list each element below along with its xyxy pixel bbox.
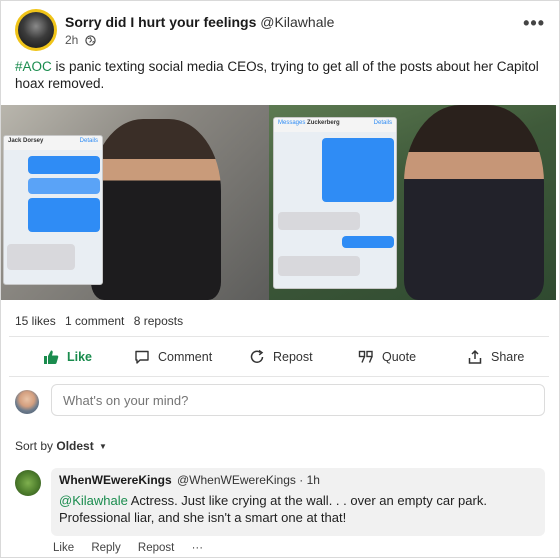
comment-composer [15,384,545,418]
comment-bubble: WhenWEwereKings @WhenWEwereKings · 1h @K… [51,468,545,536]
phone-header-right: Messages Zuckerberg Details [274,118,396,132]
sort-value: Oldest [56,439,94,453]
comment-icon [134,349,150,365]
comment-like-button[interactable]: Like [53,542,74,554]
post-time: 2h [65,33,79,47]
share-icon [467,349,483,365]
comment-time: · 1h [299,473,320,487]
message-bubble [7,244,75,270]
share-label: Share [491,350,525,364]
globe-icon [85,35,96,49]
message-bubble [278,256,360,276]
mention-link[interactable]: @Kilawhale [59,493,128,508]
comment-repost-button[interactable]: Repost [138,542,174,554]
reposts-count[interactable]: 8 reposts [134,314,183,328]
author-handle[interactable]: @Kilawhale [260,14,334,30]
avatar-image [18,12,54,48]
post-timestamp: 2h [65,33,96,49]
author-name-line[interactable]: Sorry did I hurt your feelings @Kilawhal… [65,14,334,30]
phone-details-right: Details [373,120,392,126]
phone-contact-right: Zuckerberg [307,120,340,126]
comment-text: @Kilawhale Actress. Just like crying at … [59,492,529,526]
message-bubble [322,138,394,202]
more-options-button[interactable]: ••• [523,13,545,34]
author-name[interactable]: Sorry did I hurt your feelings [65,14,256,30]
image-panel-left: Jack Dorsey Details [1,105,269,300]
like-label: Like [67,350,93,364]
phone-contact-left: Jack Dorsey [8,138,44,144]
commenter-handle-time: @WhenWEwereKings · 1h [177,473,320,487]
post-header: Sorry did I hurt your feelings @Kilawhal… [15,9,545,53]
likes-count[interactable]: 15 likes [15,314,56,328]
message-bubble [28,198,100,232]
message-bubble [28,156,100,174]
share-button[interactable]: Share [467,343,524,371]
comments-count[interactable]: 1 comment [65,314,124,328]
repost-button[interactable]: Repost [249,343,313,371]
phone-header-left: Jack Dorsey Details [4,136,102,150]
comment-reply-button[interactable]: Reply [91,542,120,554]
divider-bottom [9,376,549,377]
post-card: Sorry did I hurt your feelings @Kilawhal… [0,0,560,558]
phone-screenshot-right: Messages Zuckerberg Details [273,117,397,289]
woman-figure-right [404,105,544,300]
woman-figure-left [91,119,221,300]
hashtag-link[interactable]: #AOC [15,59,52,74]
divider-top [9,336,549,337]
chevron-down-icon: ▼ [99,442,107,451]
message-bubble [278,212,360,230]
like-button[interactable]: Like [43,343,92,371]
message-bubble [342,236,394,248]
author-avatar[interactable] [15,9,57,51]
quote-label: Quote [382,350,417,364]
comment-button[interactable]: Comment [134,343,212,371]
engagement-stats: 15 likes 1 comment 8 reposts [15,314,189,328]
comment-input[interactable] [51,384,545,416]
comment-label: Comment [158,350,213,364]
thumbs-up-icon [43,349,59,365]
action-bar: Like Comment Repost Quote Share [1,343,556,371]
commenter-avatar[interactable] [15,470,41,496]
image-panel-right: Messages Zuckerberg Details [269,105,556,300]
comment-more-button[interactable]: ··· [192,542,204,554]
post-image[interactable]: Jack Dorsey Details Messages Zuckerberg … [1,105,556,300]
message-bubble [28,178,100,194]
phone-screenshot-left: Jack Dorsey Details [3,135,103,285]
commenter-handle[interactable]: @WhenWEwereKings [177,473,296,487]
phone-details-left: Details [79,138,98,144]
quote-button[interactable]: Quote [358,343,416,371]
repost-icon [249,349,265,365]
comment-actions: Like Reply Repost ··· [53,542,217,554]
phone-back-right: Messages [278,120,306,126]
commenter-name[interactable]: WhenWEwereKings [59,473,172,487]
post-body: #AOC is panic texting social media CEOs,… [15,58,545,92]
current-user-avatar [15,390,39,414]
quote-icon [358,349,374,365]
sort-dropdown[interactable]: Sort by Oldest ▼ [15,439,107,453]
repost-label: Repost [273,350,313,364]
sort-label: Sort by [15,439,54,453]
post-text: is panic texting social media CEOs, tryi… [15,59,539,91]
